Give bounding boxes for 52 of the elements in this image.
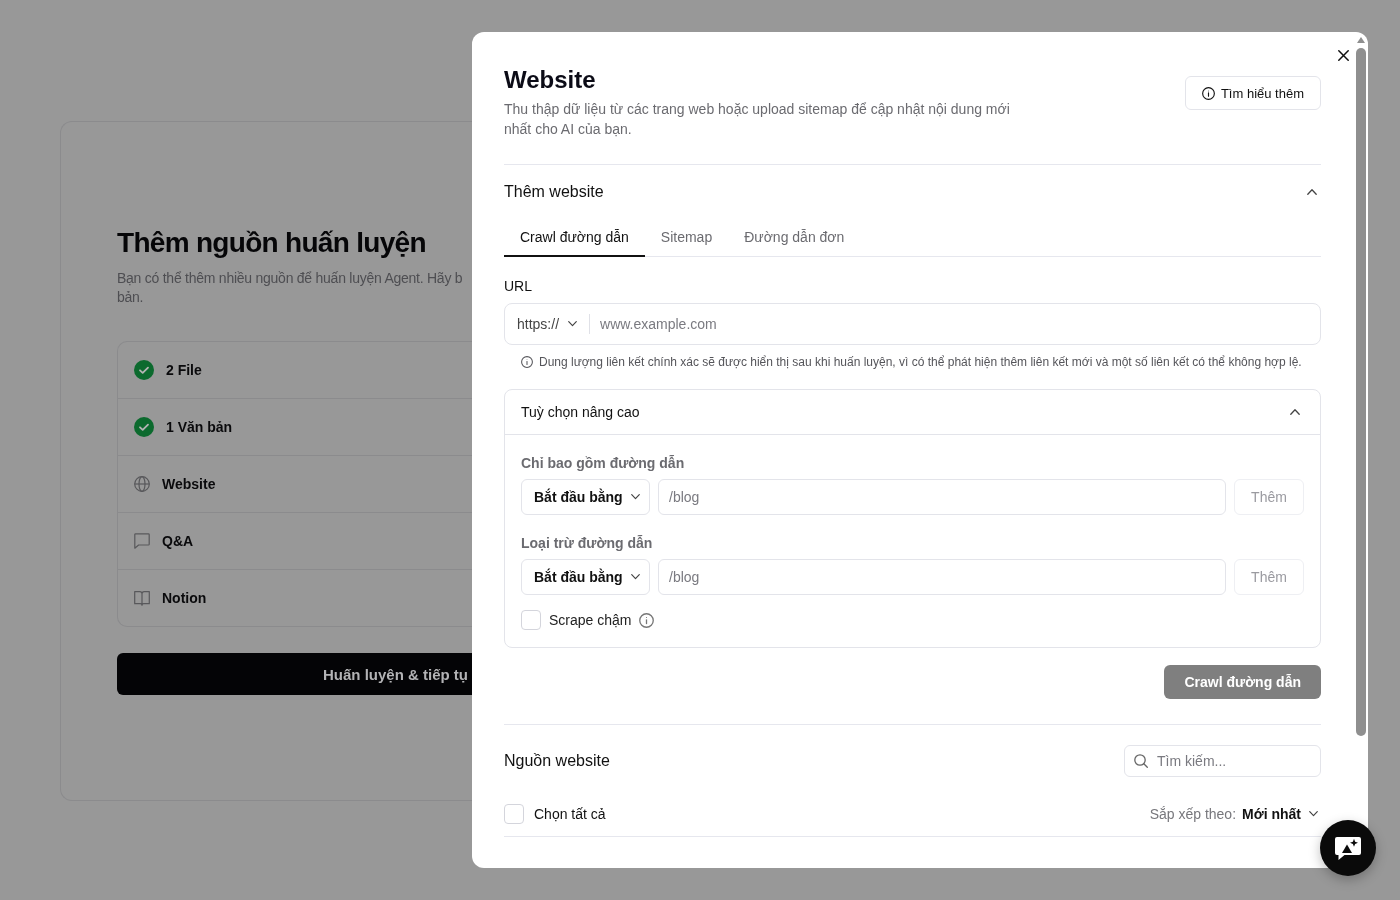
sort-label: Sắp xếp theo: xyxy=(1149,806,1237,822)
checkbox-label: Scrape chậm xyxy=(549,612,632,628)
train-continue-button[interactable]: Huấn luyện & tiếp tụ xyxy=(117,653,472,695)
book-icon xyxy=(134,590,150,606)
section-title: Thêm website xyxy=(504,183,604,201)
source-option[interactable]: Notion xyxy=(118,570,472,626)
page-description: Bạn có thể thêm nhiều nguồn để huấn luyện Agent. Hãy b bản. xyxy=(117,269,463,307)
chevron-down-icon xyxy=(568,321,578,327)
page-title: Thêm nguồn huấn luyện xyxy=(117,226,426,260)
path-input[interactable]: /blog xyxy=(658,479,1226,515)
url-field[interactable]: https:// www.example.com xyxy=(504,303,1321,345)
tab[interactable]: Crawl đường dẫn xyxy=(504,219,645,257)
path-input[interactable]: /blog xyxy=(658,559,1226,595)
checkbox-label: Chọn tất cả xyxy=(534,806,606,822)
learn-more-button[interactable]: Tìm hiểu thêm xyxy=(1184,76,1321,110)
info-icon xyxy=(1201,86,1215,100)
info-icon xyxy=(521,356,533,368)
tab[interactable]: Sitemap xyxy=(644,219,729,257)
chat-bubble-sparkle-icon xyxy=(1334,835,1362,861)
chevron-down-icon xyxy=(630,574,640,580)
panel-title: Tuỳ chọn nâng cao xyxy=(521,404,640,420)
chevron-up-icon[interactable] xyxy=(1290,409,1300,415)
chat-bubble-icon xyxy=(134,533,150,549)
chevron-down-icon xyxy=(1309,811,1318,817)
chevron-up-icon[interactable] xyxy=(1307,189,1317,195)
check-circle-icon xyxy=(134,417,154,437)
match-type-select[interactable]: Bắt đầu bằng xyxy=(521,479,650,515)
close-icon[interactable] xyxy=(1338,50,1349,61)
scroll-up-arrow-icon[interactable] xyxy=(1357,37,1365,43)
globe-icon xyxy=(134,476,150,492)
search-icon xyxy=(1134,754,1148,768)
section-title: Nguồn website xyxy=(504,752,610,770)
url-label: URL xyxy=(504,277,533,296)
chat-button[interactable] xyxy=(1320,820,1376,876)
scrollbar-thumb[interactable] xyxy=(1356,48,1366,736)
hint-text: Dung lượng liên kết chính xác sẽ được hiển thị sau khi huấn luyện, vì có thể phát hiện thêm liên kết mới và một số liên kết có thể không hợp lệ. xyxy=(539,354,1302,370)
protocol-select[interactable]: https:// xyxy=(505,304,590,344)
chevron-down-icon xyxy=(630,494,640,500)
match-type-select[interactable]: Bắt đầu bằng xyxy=(521,559,650,595)
field-label: Loại trừ đường dẫn xyxy=(521,534,654,553)
dialog-title: Website xyxy=(504,65,597,95)
dialog-description: Thu thập dữ liệu từ các trang web hoặc upload sitemap để cập nhật nội dung mới nhất cho AI của bạn. xyxy=(504,100,1011,139)
checkbox[interactable] xyxy=(521,610,541,630)
info-icon xyxy=(639,612,655,628)
search-field[interactable]: Tìm kiếm... xyxy=(1124,745,1321,777)
sort-select[interactable]: Mới nhất xyxy=(1242,806,1321,822)
source-option[interactable]: 1 Văn bản xyxy=(118,399,472,456)
checkbox[interactable] xyxy=(504,804,524,824)
tab[interactable]: Đường dẫn đơn xyxy=(728,219,861,257)
source-option[interactable]: 2 File xyxy=(118,342,472,399)
check-circle-icon xyxy=(134,360,154,380)
field-label: Chỉ bao gồm đường dẫn xyxy=(521,454,686,473)
